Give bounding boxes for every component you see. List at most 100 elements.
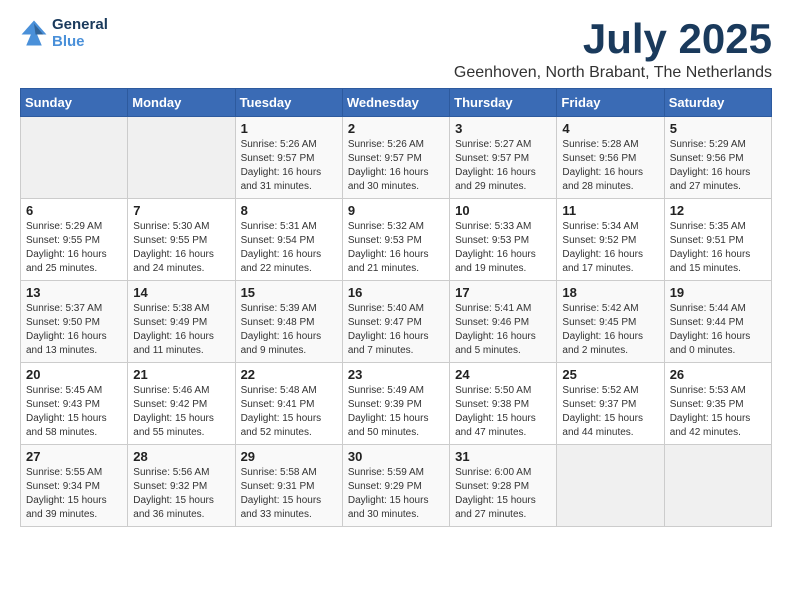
cell-content: Sunrise: 5:46 AM Sunset: 9:42 PM Dayligh… [133,384,229,440]
calendar-week-row: 6 Sunrise: 5:29 AM Sunset: 9:55 PM Daylig… [21,199,772,281]
calendar-day-header: Friday [557,89,664,117]
calendar-cell: 20 Sunrise: 5:45 AM Sunset: 9:43 PM Dayli… [21,363,128,445]
cell-content: Sunrise: 5:41 AM Sunset: 9:46 PM Dayligh… [455,302,551,358]
calendar-cell: 13 Sunrise: 5:37 AM Sunset: 9:50 PM Dayli… [21,281,128,363]
calendar-cell: 21 Sunrise: 5:46 AM Sunset: 9:42 PM Dayli… [128,363,235,445]
cell-content: Sunrise: 5:48 AM Sunset: 9:41 PM Dayligh… [241,384,337,440]
day-number: 5 [670,121,766,136]
calendar-day-header: Thursday [450,89,557,117]
calendar-cell: 10Sunrise: 5:33 AM Sunset: 9:53 PM Dayli… [450,199,557,281]
day-number: 16 [348,285,444,300]
calendar-cell: 30Sunrise: 5:59 AM Sunset: 9:29 PM Dayli… [342,445,449,527]
day-number: 18 [562,285,658,300]
calendar-cell [21,117,128,199]
day-number: 4 [562,121,658,136]
cell-content: Sunrise: 5:45 AM Sunset: 9:43 PM Dayligh… [26,384,122,440]
calendar-week-row: 27 Sunrise: 5:55 AM Sunset: 9:34 PM Dayli… [21,445,772,527]
calendar-cell: 15 Sunrise: 5:39 AM Sunset: 9:48 PM Dayli… [235,281,342,363]
calendar-cell [664,445,771,527]
cell-content: Sunrise: 5:55 AM Sunset: 9:34 PM Dayligh… [26,466,122,522]
day-number: 23 [348,367,444,382]
calendar-cell: 29 Sunrise: 5:58 AM Sunset: 9:31 PM Dayli… [235,445,342,527]
day-number: 1 [241,121,337,136]
calendar-day-header: Monday [128,89,235,117]
calendar-day-header: Wednesday [342,89,449,117]
day-number: 15 [241,285,337,300]
calendar-table: SundayMondayTuesdayWednesdayThursdayFrid… [20,88,772,527]
calendar-week-row: 1 Sunrise: 5:26 AM Sunset: 9:57 PM Daylig… [21,117,772,199]
logo-icon [20,19,48,47]
day-number: 19 [670,285,766,300]
calendar-cell: 18 Sunrise: 5:42 AM Sunset: 9:45 PM Dayli… [557,281,664,363]
day-number: 7 [133,203,229,218]
cell-content: Sunrise: 5:34 AM Sunset: 9:52 PM Dayligh… [562,220,658,276]
calendar-cell: 1Sunrise: 5:26 AM Sunset: 9:57 PM Daylig… [235,117,342,199]
cell-content: Sunrise: 6:00 AM Sunset: 9:28 PM Dayligh… [455,466,551,522]
cell-content: Sunrise: 5:44 AM Sunset: 9:44 PM Dayligh… [670,302,766,358]
calendar-week-row: 20 Sunrise: 5:45 AM Sunset: 9:43 PM Dayli… [21,363,772,445]
cell-content: Sunrise: 5:30 AM Sunset: 9:55 PM Dayligh… [133,220,229,276]
cell-content: Sunrise: 5:31 AM Sunset: 9:54 PM Dayligh… [241,220,337,276]
calendar-cell: 7 Sunrise: 5:30 AM Sunset: 9:55 PM Daylig… [128,199,235,281]
calendar-cell: 16 Sunrise: 5:40 AM Sunset: 9:47 PM Dayli… [342,281,449,363]
day-number: 10 [455,203,551,218]
cell-content: Sunrise: 5:38 AM Sunset: 9:49 PM Dayligh… [133,302,229,358]
day-number: 17 [455,285,551,300]
logo: General Blue [20,16,108,50]
logo-text: General Blue [52,16,108,50]
calendar-cell: 26 Sunrise: 5:53 AM Sunset: 9:35 PM Dayli… [664,363,771,445]
calendar-cell: 28 Sunrise: 5:56 AM Sunset: 9:32 PM Dayli… [128,445,235,527]
cell-content: Sunrise: 5:56 AM Sunset: 9:32 PM Dayligh… [133,466,229,522]
day-number: 29 [241,449,337,464]
calendar-cell: 9Sunrise: 5:32 AM Sunset: 9:53 PM Daylig… [342,199,449,281]
calendar-cell: 2 Sunrise: 5:26 AM Sunset: 9:57 PM Daylig… [342,117,449,199]
calendar-cell: 5Sunrise: 5:29 AM Sunset: 9:56 PM Daylig… [664,117,771,199]
day-number: 21 [133,367,229,382]
calendar-cell: 27 Sunrise: 5:55 AM Sunset: 9:34 PM Dayli… [21,445,128,527]
cell-content: Sunrise: 5:52 AM Sunset: 9:37 PM Dayligh… [562,384,658,440]
day-number: 22 [241,367,337,382]
cell-content: Sunrise: 5:29 AM Sunset: 9:55 PM Dayligh… [26,220,122,276]
cell-content: Sunrise: 5:26 AM Sunset: 9:57 PM Dayligh… [348,138,444,194]
day-number: 30 [348,449,444,464]
calendar-cell: 12Sunrise: 5:35 AM Sunset: 9:51 PM Dayli… [664,199,771,281]
day-number: 20 [26,367,122,382]
day-number: 14 [133,285,229,300]
calendar-cell: 23Sunrise: 5:49 AM Sunset: 9:39 PM Dayli… [342,363,449,445]
cell-content: Sunrise: 5:35 AM Sunset: 9:51 PM Dayligh… [670,220,766,276]
calendar-week-row: 13 Sunrise: 5:37 AM Sunset: 9:50 PM Dayli… [21,281,772,363]
day-number: 13 [26,285,122,300]
calendar-cell: 31 Sunrise: 6:00 AM Sunset: 9:28 PM Dayli… [450,445,557,527]
calendar-cell: 17 Sunrise: 5:41 AM Sunset: 9:46 PM Dayli… [450,281,557,363]
day-number: 8 [241,203,337,218]
day-number: 24 [455,367,551,382]
cell-content: Sunrise: 5:58 AM Sunset: 9:31 PM Dayligh… [241,466,337,522]
cell-content: Sunrise: 5:50 AM Sunset: 9:38 PM Dayligh… [455,384,551,440]
month-title: July 2025 [454,16,772,62]
day-number: 27 [26,449,122,464]
cell-content: Sunrise: 5:39 AM Sunset: 9:48 PM Dayligh… [241,302,337,358]
cell-content: Sunrise: 5:53 AM Sunset: 9:35 PM Dayligh… [670,384,766,440]
day-number: 25 [562,367,658,382]
cell-content: Sunrise: 5:28 AM Sunset: 9:56 PM Dayligh… [562,138,658,194]
day-number: 9 [348,203,444,218]
day-number: 28 [133,449,229,464]
cell-content: Sunrise: 5:40 AM Sunset: 9:47 PM Dayligh… [348,302,444,358]
page: General Blue July 2025 Geenhoven, North … [0,0,792,543]
calendar-day-header: Sunday [21,89,128,117]
calendar-cell: 3 Sunrise: 5:27 AM Sunset: 9:57 PM Daylig… [450,117,557,199]
day-number: 31 [455,449,551,464]
calendar-cell: 6 Sunrise: 5:29 AM Sunset: 9:55 PM Daylig… [21,199,128,281]
location-title: Geenhoven, North Brabant, The Netherland… [454,64,772,82]
cell-content: Sunrise: 5:27 AM Sunset: 9:57 PM Dayligh… [455,138,551,194]
cell-content: Sunrise: 5:37 AM Sunset: 9:50 PM Dayligh… [26,302,122,358]
calendar-cell: 8 Sunrise: 5:31 AM Sunset: 9:54 PM Daylig… [235,199,342,281]
day-number: 2 [348,121,444,136]
cell-content: Sunrise: 5:42 AM Sunset: 9:45 PM Dayligh… [562,302,658,358]
day-number: 6 [26,203,122,218]
day-number: 26 [670,367,766,382]
calendar-day-header: Saturday [664,89,771,117]
calendar-cell: 11Sunrise: 5:34 AM Sunset: 9:52 PM Dayli… [557,199,664,281]
day-number: 3 [455,121,551,136]
calendar-cell: 25 Sunrise: 5:52 AM Sunset: 9:37 PM Dayli… [557,363,664,445]
